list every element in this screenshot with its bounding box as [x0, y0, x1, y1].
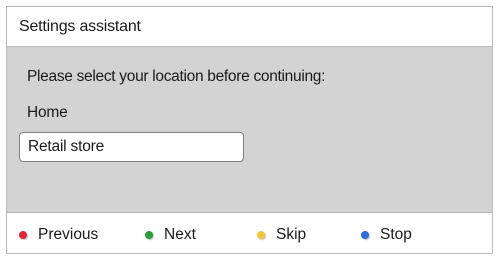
blue-dot-icon [361, 231, 369, 239]
settings-assistant-panel: Settings assistant Please select your lo… [6, 6, 493, 254]
next-button[interactable]: Next [145, 226, 196, 244]
location-prompt: Please select your location before conti… [27, 68, 326, 85]
stop-label: Stop [380, 226, 412, 243]
skip-button[interactable]: Skip [257, 226, 306, 244]
option-retail-store[interactable]: Retail store [19, 132, 244, 162]
stop-button[interactable]: Stop [361, 226, 412, 244]
previous-button[interactable]: Previous [19, 226, 98, 244]
option-home[interactable]: Home [27, 104, 68, 122]
yellow-dot-icon [257, 231, 265, 239]
previous-label: Previous [38, 226, 99, 243]
content-area: Please select your location before conti… [7, 47, 492, 212]
next-label: Next [164, 226, 196, 243]
color-key-bar: Previous Next Skip Stop [7, 212, 492, 253]
skip-label: Skip [276, 226, 307, 243]
green-dot-icon [145, 231, 153, 239]
red-dot-icon [19, 231, 27, 239]
title-bar: Settings assistant [7, 7, 492, 47]
panel-title: Settings assistant [19, 18, 141, 35]
